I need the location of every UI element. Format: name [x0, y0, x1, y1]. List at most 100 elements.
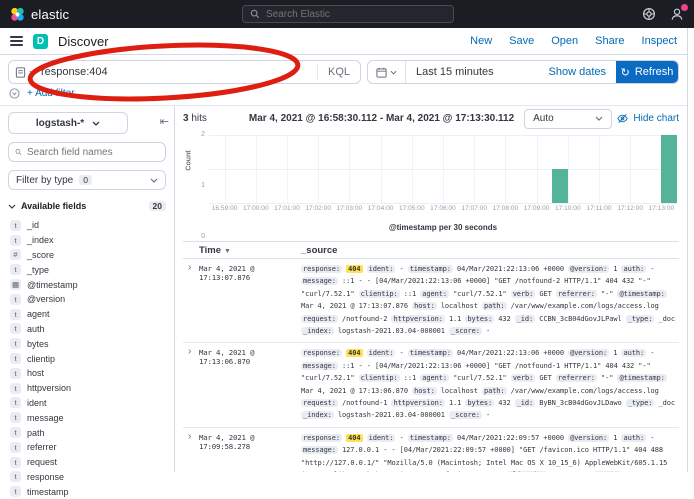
field-name: response	[27, 472, 64, 482]
global-search-input[interactable]	[266, 9, 446, 20]
x-gridline	[381, 135, 382, 203]
field-name: message	[27, 413, 64, 423]
field-item-request[interactable]: trequest	[8, 455, 166, 470]
field-item-agent[interactable]: tagent	[8, 307, 166, 322]
filter-settings-icon[interactable]	[9, 88, 20, 99]
column-time[interactable]: Time▼	[199, 245, 301, 256]
action-share[interactable]: Share	[595, 35, 624, 47]
refresh-button[interactable]: ↻ Refresh	[616, 61, 678, 83]
source-field-badge: ident:	[367, 265, 396, 273]
user-avatar[interactable]	[670, 7, 684, 21]
time-range-value[interactable]: Last 15 minutes	[406, 66, 494, 78]
source-field-badge: auth:	[621, 265, 646, 273]
help-icon[interactable]	[642, 7, 656, 21]
action-inspect[interactable]: Inspect	[642, 35, 677, 47]
field-item-ident[interactable]: tident	[8, 396, 166, 411]
field-item-timestamp[interactable]: ttimestamp	[8, 484, 166, 499]
field-item-_score[interactable]: #_score	[8, 248, 166, 263]
source-field-badge: @version:	[568, 265, 609, 273]
field-search-input[interactable]	[27, 147, 159, 158]
saved-query-menu-button[interactable]	[9, 67, 41, 78]
brand-name: elastic	[31, 7, 69, 22]
field-item-_type[interactable]: t_type	[8, 262, 166, 277]
expand-row-button[interactable]: ›	[183, 347, 199, 421]
available-fields-header[interactable]: Available fields 20	[8, 201, 166, 211]
field-name: host	[27, 368, 44, 378]
field-item-host[interactable]: thost	[8, 366, 166, 381]
column-source[interactable]: _source	[301, 245, 679, 256]
source-field-badge: response:	[301, 434, 342, 442]
global-search[interactable]	[242, 5, 454, 23]
source-field-badge: auth:	[621, 434, 646, 442]
source-value: -	[399, 265, 403, 273]
field-item-message[interactable]: t message	[8, 410, 166, 425]
field-item-@version[interactable]: t@version	[8, 292, 166, 307]
field-item-_index[interactable]: t_index	[8, 233, 166, 248]
hide-chart-button[interactable]: Hide chart	[617, 113, 679, 124]
expand-row-button[interactable]: ›	[183, 263, 199, 337]
table-header: Time▼ _source	[183, 241, 679, 259]
filter-by-type[interactable]: Filter by type 0	[8, 170, 166, 190]
field-item-httpversion[interactable]: thttpversion	[8, 381, 166, 396]
y-tick-label: 2	[191, 131, 205, 138]
action-open[interactable]: Open	[551, 35, 578, 47]
source-value: 1	[613, 434, 617, 442]
source-field-badge: verb:	[511, 374, 536, 382]
field-name: referrer	[27, 442, 57, 452]
source-value: 04/Mar/2021:22:13:06 +0000	[457, 349, 564, 357]
index-pattern-selector[interactable]: logstash-*	[8, 112, 128, 134]
field-item-path[interactable]: tpath	[8, 425, 166, 440]
action-new[interactable]: New	[470, 35, 492, 47]
field-item-referrer[interactable]: treferrer	[8, 440, 166, 455]
source-value: "-"	[601, 290, 613, 298]
date-picker-button[interactable]	[368, 61, 406, 83]
string-field-icon: t	[10, 412, 21, 423]
x-tick-label: 17:13:00	[649, 205, 675, 212]
x-tick-label: 17:02:00	[305, 205, 331, 212]
row-time: Mar 4, 2021 @ 17:13:07.876	[199, 263, 301, 337]
chevron-down-icon	[29, 70, 36, 75]
y-tick-label: 0	[191, 233, 205, 240]
show-dates-button[interactable]: Show dates	[549, 66, 616, 78]
field-name: bytes	[27, 339, 49, 349]
expand-row-button[interactable]: ›	[183, 432, 199, 472]
x-gridline	[630, 135, 631, 203]
query-input[interactable]	[41, 66, 317, 78]
string-field-icon: t	[10, 323, 21, 334]
source-field-badge: @timestamp:	[617, 374, 666, 382]
x-tick-label: 16:59:00	[212, 205, 238, 212]
field-item-_id[interactable]: t_id	[8, 218, 166, 233]
menu-icon[interactable]	[10, 36, 23, 46]
field-item-auth[interactable]: tauth	[8, 322, 166, 337]
x-axis-labels: 16:59:0017:00:0017:01:0017:02:0017:03:00…	[209, 205, 677, 215]
source-value: -	[650, 349, 654, 357]
date-field-icon: ▦	[10, 279, 21, 290]
source-value: /var/www/example.com/logs/access.log	[511, 302, 659, 310]
chevron-down-icon	[92, 121, 100, 126]
action-save[interactable]: Save	[509, 35, 534, 47]
source-field-badge: agent:	[420, 290, 449, 298]
histogram-bar[interactable]	[552, 169, 568, 203]
collapse-sidebar-icon[interactable]: ⇤	[160, 115, 169, 128]
source-field-badge: clientip:	[359, 374, 400, 382]
x-tick-label: 17:08:00	[493, 205, 519, 212]
field-item-clientip[interactable]: tclientip	[8, 351, 166, 366]
source-field-badge: ident:	[367, 434, 396, 442]
query-language-button[interactable]: KQL	[317, 64, 360, 80]
x-tick-label: 17:12:00	[617, 205, 643, 212]
string-field-icon: t	[10, 427, 21, 438]
x-gridline	[256, 135, 257, 203]
field-name: ident	[27, 398, 47, 408]
add-filter-button[interactable]: + Add filter	[27, 88, 75, 99]
string-field-icon: t	[10, 264, 21, 275]
x-tick-label: 17:11:00	[586, 205, 611, 212]
source-value: 04/Mar/2021:22:13:06 +0000	[457, 265, 564, 273]
field-item-bytes[interactable]: tbytes	[8, 336, 166, 351]
source-value: /var/www/example.com/logs/access.log	[511, 387, 659, 395]
field-item-@timestamp[interactable]: ▦@timestamp	[8, 277, 166, 292]
source-field-badge: @version:	[568, 434, 609, 442]
query-input-group: KQL	[8, 60, 361, 84]
interval-select[interactable]: Auto	[524, 109, 612, 129]
histogram-bar[interactable]	[661, 135, 677, 203]
elastic-logo[interactable]: elastic	[10, 7, 69, 22]
